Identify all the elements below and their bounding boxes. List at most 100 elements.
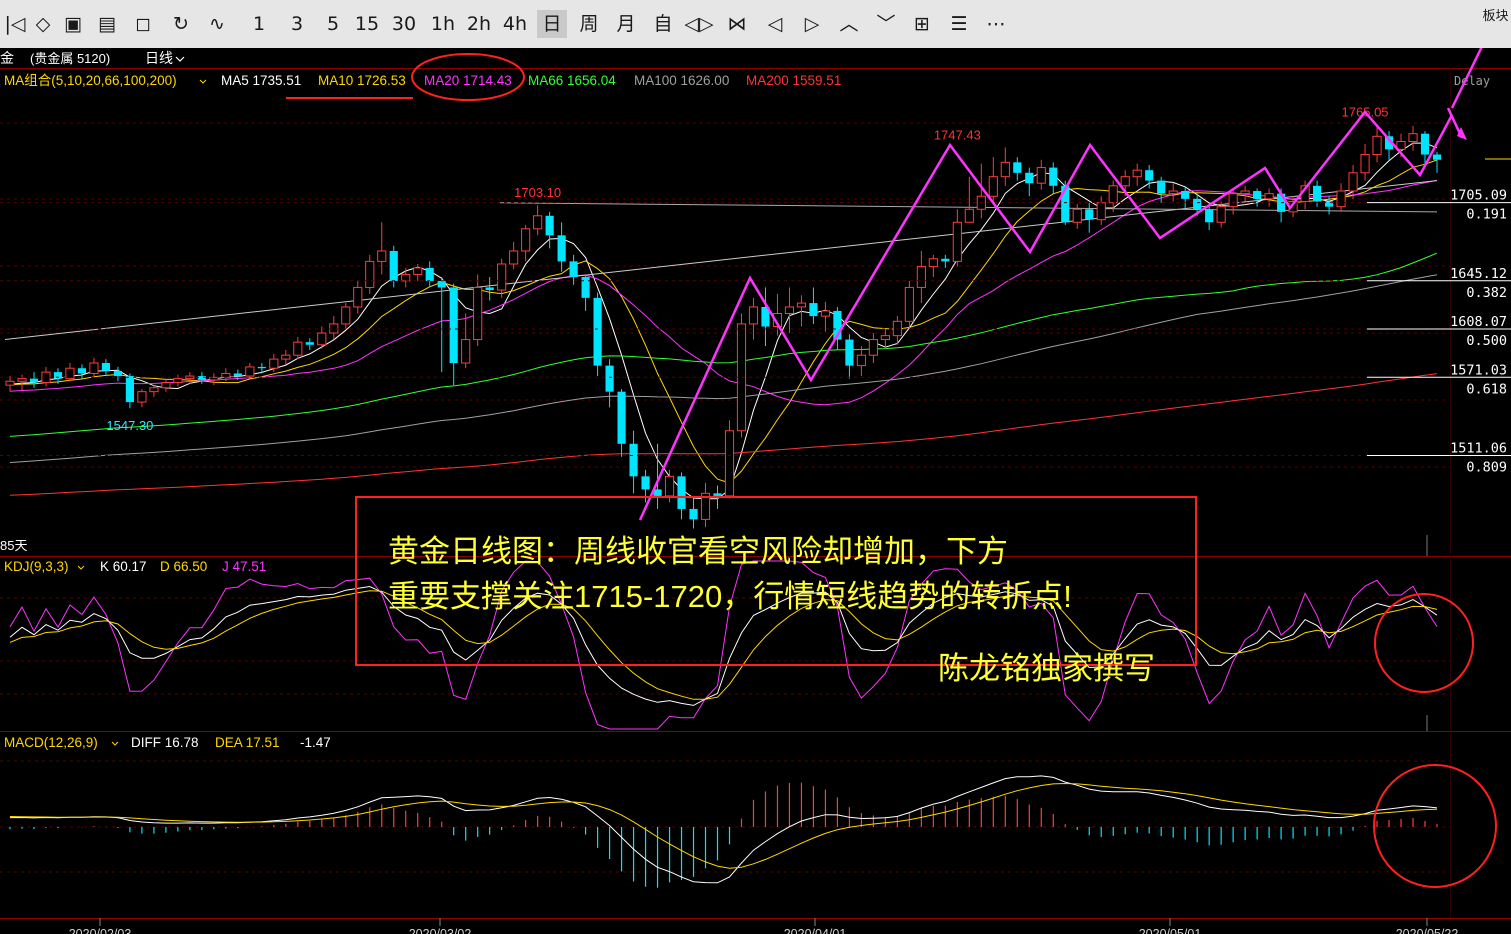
candle-body-down (101, 363, 111, 371)
candle-body-up (1000, 161, 1010, 178)
zoom-icon[interactable]: ◁▷ (684, 10, 714, 38)
diamond-icon[interactable]: ◇ (28, 10, 58, 38)
candle-body-up (1168, 190, 1178, 195)
candle-body-down (581, 277, 590, 298)
peak-label: 1747.43 (934, 127, 981, 142)
refresh-icon[interactable]: ↻ (166, 10, 196, 38)
date-tick-label: 2020/02/03 (69, 927, 132, 934)
candle-body-down (1013, 162, 1022, 173)
sector-button[interactable]: 板块 (1480, 8, 1511, 36)
box-icon[interactable]: ▣ (58, 10, 88, 38)
candle-body-up (1132, 169, 1142, 178)
fib-ratio-label: 0.191 (1466, 207, 1507, 223)
candle-body-up (1072, 208, 1082, 223)
candlestick-chart: 金 (贵金属 5120) 日线 MA组合(5,10,20,66,100,200) MA5… (0, 48, 1511, 934)
candle-body-down (125, 376, 134, 403)
candle-body-down (1145, 170, 1154, 181)
more-icon[interactable]: ⋯ (981, 10, 1011, 38)
candle-body-up (353, 286, 363, 308)
draw-icon[interactable]: ∿ (202, 10, 232, 38)
date-tick-label: 2020/05/22 (1396, 927, 1459, 934)
candle-body-up (461, 339, 471, 364)
arrow-left-icon[interactable]: ◁ (760, 10, 790, 38)
candle-body-up (820, 310, 831, 317)
candle-body-down (689, 508, 698, 520)
candle-body-down (941, 258, 950, 262)
candle-body-down (1085, 209, 1094, 220)
period-button-1[interactable]: 1 (244, 10, 274, 38)
candle-body-up (401, 273, 411, 282)
candle-body-up (1228, 193, 1238, 208)
candle-body-up (293, 341, 303, 356)
candle-body-down (569, 261, 578, 278)
candle-body-up (1372, 135, 1382, 156)
candle-body-up (892, 320, 902, 337)
candle-body-down (1181, 191, 1190, 199)
cursor-left-icon[interactable]: |◁ (0, 10, 30, 38)
candle-body-down (677, 476, 686, 509)
period-button-日[interactable]: 日 (537, 10, 567, 38)
fib-ratio-label: 0.382 (1466, 285, 1507, 301)
period-button-3[interactable]: 3 (282, 10, 312, 38)
days-label: 85天 (0, 538, 27, 553)
period-button-周[interactable]: 周 (574, 10, 604, 38)
candle-body-up (17, 378, 27, 382)
fib-price-label: 1608.07 (1450, 314, 1507, 330)
bowtie-icon[interactable]: ⋈ (722, 10, 752, 38)
ma-legend-0: MA组合(5,10,20,66,100,200) (4, 73, 177, 88)
period-button-2h[interactable]: 2h (464, 10, 494, 38)
candle-body-down (809, 303, 818, 317)
toolbar: |◁ ◇ ▣ ▤ ◻ ↻ ∿ 1 3 5 15 30 1h 2h 4h 日周月自 ◁▷ ⋈ ◁ ▷ ︿ ﹀ ⊞ ☰ ⋯ 板块 (0, 0, 1511, 49)
candle-body-up (868, 339, 878, 356)
fib-price-label: 1645.12 (1450, 266, 1507, 282)
candle-body-down (197, 376, 206, 380)
period-button-月[interactable]: 月 (611, 10, 641, 38)
macd-legend-1: DIFF 16.78 (131, 735, 199, 750)
chevron-down-icon[interactable]: ﹀ (871, 10, 901, 38)
date-tick-label: 2020/05/01 (1139, 927, 1202, 934)
candle-body-up (928, 258, 938, 268)
fib-price-label: 1571.03 (1450, 362, 1507, 378)
candle-body-down (641, 476, 650, 490)
author-label: 陈龙铭独家撰写 (938, 651, 1155, 686)
candle-body-up (1336, 190, 1346, 208)
kdj-legend-3: J 47.51 (222, 559, 266, 574)
candle-body-down (77, 368, 87, 374)
header-period[interactable]: 日线 (145, 50, 173, 66)
candle-body-down (305, 342, 314, 345)
candle-body-up (952, 221, 962, 262)
arrow-right-icon[interactable]: ▷ (797, 10, 827, 38)
kdj-legend-1: K 60.17 (100, 559, 147, 574)
candle-body-up (724, 430, 735, 497)
panel-icon[interactable]: ▤ (92, 10, 122, 38)
candle-body-down (113, 370, 123, 377)
candle-body-down (1193, 198, 1202, 210)
period-button-1h[interactable]: 1h (428, 10, 458, 38)
candle-body-up (1348, 172, 1358, 192)
period-button-4h[interactable]: 4h (500, 10, 530, 38)
chevron-up-icon[interactable]: ︿ (834, 10, 864, 38)
period-button-自[interactable]: 自 (648, 10, 678, 38)
grid-icon[interactable]: ⊞ (907, 10, 937, 38)
candle-body-down (545, 215, 554, 236)
candle-body-down (1432, 154, 1442, 160)
candle-body-up (245, 366, 255, 377)
fib-price-label: 1705.09 (1450, 188, 1507, 204)
candle-body-up (916, 266, 926, 288)
kdj-legend-0: KDJ(9,3,3) (4, 559, 69, 574)
period-button-30[interactable]: 30 (389, 10, 419, 38)
candle-body-down (1253, 191, 1262, 199)
period-button-5[interactable]: 5 (318, 10, 348, 38)
candle-body-up (413, 267, 423, 275)
save-icon[interactable]: ◻ (128, 10, 158, 38)
candle-body-up (473, 286, 483, 341)
annotation-line-1: 黄金日线图：周线收官看空风险却增加，下方 (388, 534, 1008, 569)
candle-body-down (449, 287, 458, 364)
candle-body-up (329, 323, 339, 334)
candle-body-up (1120, 176, 1130, 187)
list-icon[interactable]: ☰ (944, 10, 974, 38)
period-button-15[interactable]: 15 (352, 10, 382, 38)
candle-body-up (880, 335, 890, 341)
candle-body-up (964, 208, 974, 223)
candle-body-up (341, 306, 351, 325)
